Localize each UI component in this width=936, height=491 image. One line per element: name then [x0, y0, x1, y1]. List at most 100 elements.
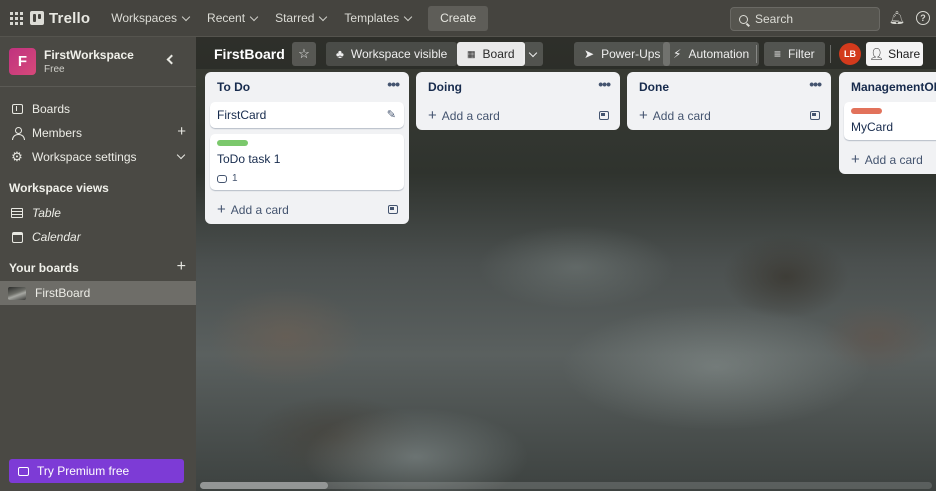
- notifications-bell-icon[interactable]: 🔔︎: [889, 10, 906, 26]
- header-divider: [756, 45, 757, 63]
- list-title[interactable]: Done: [639, 80, 669, 94]
- workspace-avatar: F: [9, 48, 36, 75]
- card-title: FirstCard: [217, 108, 267, 122]
- board-thumbnail: [8, 286, 26, 300]
- power-ups-label: Power-Ups: [601, 47, 661, 61]
- list-title[interactable]: ManagementOPS: [851, 80, 936, 94]
- sidebar-item-label: Workspace settings: [32, 150, 137, 164]
- sidebar-item-label: Table: [32, 206, 61, 220]
- filter-button[interactable]: ≡ Filter: [764, 42, 825, 66]
- create-button[interactable]: Create: [428, 5, 489, 31]
- card-todo-task-1[interactable]: ToDo task 1 1: [210, 134, 404, 190]
- chevron-down-icon: [403, 12, 413, 21]
- card-title: ToDo task 1: [217, 152, 281, 166]
- sidebar-item-members[interactable]: Members +: [0, 121, 196, 145]
- board-canvas: FirstBoard ☆ ♣ Workspace visible ▦ Board…: [196, 37, 936, 491]
- scrollbar-thumb[interactable]: [200, 482, 328, 489]
- list-header[interactable]: To Do •••: [205, 72, 409, 102]
- recent-menu-label: Recent: [207, 11, 246, 25]
- sidebar-item-calendar[interactable]: Calendar: [0, 225, 196, 249]
- list-managementops[interactable]: ManagementOPS MyCard + Add a card: [839, 72, 936, 174]
- power-ups-button[interactable]: ➤ Power-Ups: [574, 42, 671, 66]
- add-card-button[interactable]: + Add a card: [416, 102, 620, 130]
- list-header[interactable]: ManagementOPS: [839, 72, 936, 102]
- comment-icon: [217, 174, 227, 183]
- plus-icon: +: [639, 107, 648, 124]
- power-ups-icon: ➤: [584, 47, 595, 61]
- card-mycard[interactable]: MyCard: [844, 102, 936, 140]
- templates-menu-label: Templates: [344, 11, 400, 25]
- workspace-views-heading: Workspace views: [9, 181, 109, 195]
- chevron-down-icon: [249, 12, 259, 21]
- search-placeholder: Search: [755, 12, 794, 26]
- try-premium-button[interactable]: Try Premium free: [9, 459, 184, 483]
- list-title[interactable]: To Do: [217, 80, 250, 94]
- sidebar-board-firstboard[interactable]: FirstBoard: [0, 281, 196, 305]
- plus-icon: +: [851, 151, 860, 168]
- filter-icon: ≡: [774, 47, 782, 61]
- board-header: FirstBoard ☆ ♣ Workspace visible ▦ Board…: [196, 37, 936, 69]
- board-view-button[interactable]: ▦ Board: [457, 42, 525, 66]
- visibility-icon: ♣: [336, 47, 344, 61]
- visibility-button[interactable]: ♣ Workspace visible: [326, 42, 458, 66]
- chevron-down-icon[interactable]: [176, 150, 186, 160]
- help-icon[interactable]: ?: [915, 10, 931, 26]
- star-board-icon[interactable]: ☆: [292, 42, 316, 66]
- list-title[interactable]: Doing: [428, 80, 462, 94]
- sidebar-item-table[interactable]: Table: [0, 201, 196, 225]
- list-menu-icon[interactable]: •••: [598, 77, 611, 91]
- list-menu-icon[interactable]: •••: [809, 77, 822, 91]
- workspace-name: FirstWorkspace: [44, 48, 134, 62]
- plus-icon: +: [428, 107, 437, 124]
- lightning-icon: ⚡︎: [673, 47, 682, 61]
- sidebar-item-workspace-settings[interactable]: ⚙ Workspace settings: [0, 145, 196, 169]
- card-firstcard[interactable]: FirstCard ✎: [210, 102, 404, 128]
- trello-logo[interactable]: Trello: [30, 10, 90, 27]
- add-card-button[interactable]: + Add a card: [205, 196, 409, 224]
- trello-logo-text: Trello: [49, 9, 91, 27]
- trello-logo-icon: [30, 11, 44, 25]
- recent-menu[interactable]: Recent: [198, 3, 266, 33]
- starred-menu[interactable]: Starred: [266, 3, 335, 33]
- board-view-icon: ▦: [467, 48, 476, 59]
- view-switcher-dropdown[interactable]: [523, 42, 543, 66]
- filter-label: Filter: [788, 47, 815, 61]
- card-template-icon[interactable]: [599, 111, 609, 120]
- members-icon: [11, 127, 25, 140]
- list-done[interactable]: Done ••• + Add a card: [627, 72, 831, 130]
- list-header[interactable]: Doing •••: [416, 72, 620, 102]
- edit-pencil-icon[interactable]: ✎: [387, 108, 396, 121]
- chevron-down-icon: [528, 48, 538, 57]
- your-boards-heading: Your boards: [9, 261, 79, 275]
- sidebar-item-label: Members: [32, 126, 83, 140]
- gear-icon: ⚙: [11, 149, 23, 164]
- workspace-header[interactable]: F FirstWorkspace Free: [0, 37, 196, 87]
- card-label-green[interactable]: [217, 140, 248, 146]
- list-to-do[interactable]: To Do ••• FirstCard ✎ ToDo task 1 1 + Ad…: [205, 72, 409, 224]
- list-menu-icon[interactable]: •••: [387, 77, 400, 91]
- card-template-icon[interactable]: [810, 111, 820, 120]
- sidebar-item-boards[interactable]: Boards: [0, 97, 196, 121]
- search-input[interactable]: Search: [730, 7, 880, 31]
- add-card-button[interactable]: + Add a card: [839, 146, 936, 174]
- list-header[interactable]: Done •••: [627, 72, 831, 102]
- board-horizontal-scrollbar[interactable]: [200, 482, 932, 489]
- board-title[interactable]: FirstBoard: [214, 46, 285, 62]
- user-avatar[interactable]: LB: [839, 43, 861, 65]
- comment-count: 1: [232, 173, 238, 184]
- add-card-button[interactable]: + Add a card: [627, 102, 831, 130]
- chevron-down-icon: [181, 12, 191, 21]
- card-template-icon[interactable]: [388, 205, 398, 214]
- templates-menu[interactable]: Templates: [335, 3, 420, 33]
- card-label-red[interactable]: [851, 108, 882, 114]
- try-premium-label: Try Premium free: [37, 464, 130, 478]
- share-button[interactable]: 👤︎ Share: [866, 42, 923, 66]
- app-switcher-icon[interactable]: [2, 0, 30, 37]
- add-card-label: Add a card: [441, 109, 500, 123]
- list-doing[interactable]: Doing ••• + Add a card: [416, 72, 620, 130]
- automation-button[interactable]: ⚡︎ Automation: [663, 42, 760, 66]
- workspaces-menu[interactable]: Workspaces: [102, 3, 198, 33]
- add-member-icon[interactable]: +: [177, 124, 186, 139]
- share-label: Share: [888, 47, 921, 61]
- add-board-icon[interactable]: +: [177, 259, 186, 275]
